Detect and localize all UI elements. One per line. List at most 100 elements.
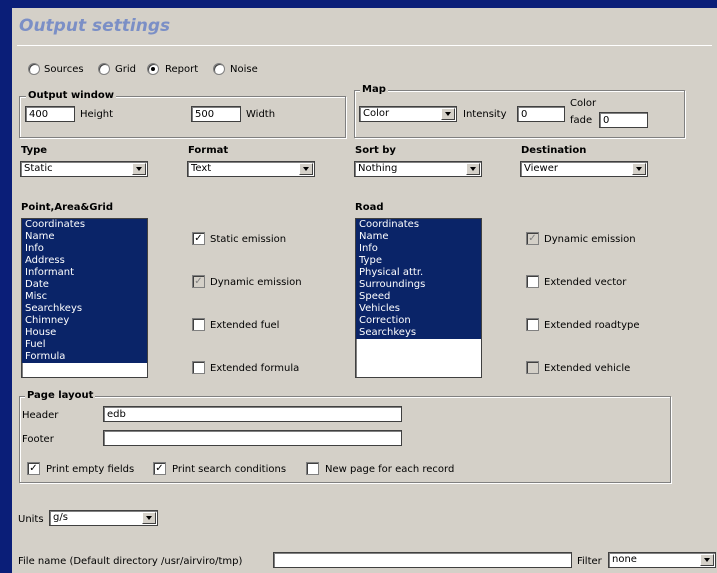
format-heading: Format [188, 145, 229, 156]
new-page-each-record-checkbox[interactable] [306, 462, 319, 475]
extended-vector-checkbox[interactable] [526, 275, 539, 288]
intensity-input[interactable]: 0 [517, 106, 565, 122]
format-select[interactable]: Text [187, 161, 315, 177]
sort-by-heading: Sort by [355, 145, 396, 156]
list-item[interactable]: Searchkeys [22, 303, 147, 315]
chevron-down-icon[interactable] [632, 163, 646, 175]
page-title: Output settings [19, 16, 171, 36]
destination-select-value: Viewer [524, 163, 558, 174]
list-item[interactable]: Vehicles [356, 303, 481, 315]
type-select-value: Static [24, 163, 53, 174]
list-item[interactable]: Name [356, 231, 481, 243]
extended-fuel-label: Extended fuel [210, 320, 280, 331]
road-dynamic-emission-checkbox: ✓ [526, 232, 539, 245]
list-item[interactable]: Name [22, 231, 147, 243]
file-name-input[interactable] [273, 552, 572, 568]
static-emission-checkbox[interactable]: ✓ [192, 232, 205, 245]
list-item[interactable]: Speed [356, 291, 481, 303]
list-item[interactable]: Misc [22, 291, 147, 303]
intensity-label: Intensity [463, 109, 507, 120]
format-select-value: Text [191, 163, 212, 174]
units-select[interactable]: g/s [49, 510, 158, 526]
radio-report-label: Report [165, 64, 199, 75]
extended-formula-checkbox[interactable] [192, 361, 205, 374]
color-fade-input[interactable]: 0 [599, 112, 648, 128]
list-item[interactable]: House [22, 327, 147, 339]
chevron-down-icon[interactable] [299, 163, 313, 175]
print-search-conditions-checkbox[interactable]: ✓ [153, 462, 166, 475]
dynamic-emission-checkbox: ✓ [192, 275, 205, 288]
print-empty-fields-label: Print empty fields [46, 464, 135, 475]
chevron-down-icon[interactable] [132, 163, 146, 175]
header-label: Header [22, 410, 59, 421]
list-item[interactable]: Date [22, 279, 147, 291]
point-area-grid-listbox[interactable]: Coordinates Name Info Address Informant Date M… [21, 218, 148, 378]
units-select-value: g/s [53, 512, 68, 523]
list-item[interactable]: Chimney [22, 315, 147, 327]
new-page-each-record-label: New page for each record [325, 464, 455, 475]
list-item[interactable]: Physical attr. [356, 267, 481, 279]
chevron-down-icon[interactable] [700, 554, 714, 566]
extended-vector-label: Extended vector [544, 277, 627, 288]
file-name-label: File name (Default directory /usr/airvir… [18, 556, 243, 567]
road-listbox[interactable]: Coordinates Name Info Type Physical attr. Sur… [355, 218, 482, 378]
list-item[interactable]: Searchkeys [356, 327, 481, 339]
color-fade-label-line1: Color [570, 98, 597, 109]
point-area-grid-heading: Point,Area&Grid [21, 202, 113, 213]
destination-heading: Destination [521, 145, 587, 156]
list-item[interactable]: Fuel [22, 339, 147, 351]
list-item[interactable]: Info [22, 243, 147, 255]
list-item[interactable]: Address [22, 255, 147, 267]
map-title: Map [360, 84, 388, 95]
list-item[interactable]: Type [356, 255, 481, 267]
output-window-title: Output window [26, 90, 116, 101]
road-dynamic-emission-label: Dynamic emission [544, 234, 636, 245]
list-item[interactable]: Informant [22, 267, 147, 279]
units-label: Units [18, 514, 44, 525]
window-frame-top [0, 0, 717, 8]
height-label: Height [80, 109, 114, 120]
radio-sources[interactable] [28, 63, 40, 75]
list-item[interactable]: Surroundings [356, 279, 481, 291]
chevron-down-icon[interactable] [466, 163, 480, 175]
header-input[interactable]: edb [103, 406, 402, 422]
extended-vehicle-label: Extended vehicle [544, 363, 631, 374]
list-item[interactable]: Correction [356, 315, 481, 327]
extended-formula-label: Extended formula [210, 363, 300, 374]
print-empty-fields-checkbox[interactable]: ✓ [27, 462, 40, 475]
list-item[interactable]: Formula [22, 351, 147, 363]
radio-noise[interactable] [213, 63, 225, 75]
filter-select[interactable]: none [608, 552, 716, 568]
title-divider [17, 45, 712, 46]
map-color-select[interactable]: Color [359, 106, 457, 122]
list-item[interactable]: Coordinates [356, 219, 481, 231]
filter-select-value: none [612, 554, 637, 565]
type-heading: Type [21, 145, 48, 156]
width-label: Width [246, 109, 276, 120]
chevron-down-icon[interactable] [142, 512, 156, 524]
sort-by-select-value: Nothing [358, 163, 398, 174]
height-input[interactable]: 400 [25, 106, 75, 122]
footer-label: Footer [22, 434, 54, 445]
sort-by-select[interactable]: Nothing [354, 161, 482, 177]
list-item[interactable]: Info [356, 243, 481, 255]
width-input[interactable]: 500 [191, 106, 241, 122]
radio-report[interactable] [147, 63, 159, 75]
footer-input[interactable] [103, 430, 402, 446]
list-item[interactable]: Coordinates [22, 219, 147, 231]
type-select[interactable]: Static [20, 161, 148, 177]
chevron-down-icon[interactable] [441, 108, 455, 120]
extended-roadtype-checkbox[interactable] [526, 318, 539, 331]
page-layout-title: Page layout [25, 390, 96, 401]
static-emission-label: Static emission [210, 234, 287, 245]
window-frame-left [0, 0, 12, 573]
map-color-select-value: Color [363, 108, 390, 119]
radio-grid[interactable] [98, 63, 110, 75]
radio-sources-label: Sources [44, 64, 84, 75]
filter-label: Filter [577, 556, 602, 567]
extended-vehicle-checkbox [526, 361, 539, 374]
radio-grid-label: Grid [115, 64, 136, 75]
extended-fuel-checkbox[interactable] [192, 318, 205, 331]
radio-noise-label: Noise [230, 64, 258, 75]
destination-select[interactable]: Viewer [520, 161, 648, 177]
